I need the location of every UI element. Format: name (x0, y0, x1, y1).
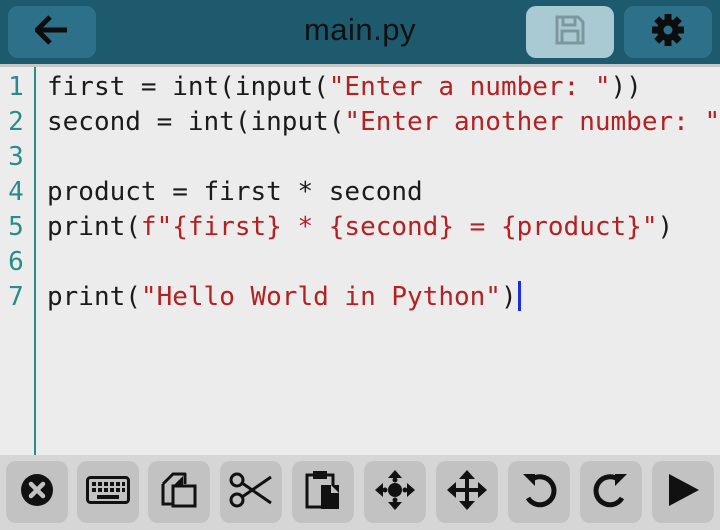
code-editor[interactable]: 1 first = int(input("Enter a number: ")) 2… (0, 67, 720, 455)
code-text: print("Hello World in Python") (47, 280, 521, 315)
string-token: "Hello World in Python" (140, 282, 501, 312)
code-text: product = first * second (47, 175, 423, 210)
gear-icon (651, 13, 685, 52)
undo-icon (519, 470, 559, 515)
code-token: product = first * second (47, 177, 423, 207)
close-circle-icon (19, 472, 55, 513)
floppy-disk-icon (554, 14, 586, 51)
bottom-toolbar (0, 455, 720, 530)
code-token: second = int(input( (47, 107, 345, 137)
code-line[interactable]: 4 product = first * second (0, 175, 720, 210)
string-token: "Enter another number: " (344, 107, 720, 137)
play-icon (665, 472, 701, 513)
line-number: 3 (8, 142, 24, 172)
text-cursor (517, 281, 521, 311)
code-token: print( (47, 282, 141, 312)
code-line[interactable]: 7 print("Hello World in Python") (0, 280, 720, 315)
code-token: print( (47, 212, 141, 242)
run-button[interactable] (652, 461, 714, 523)
move-button[interactable] (436, 461, 498, 523)
code-line[interactable]: 1 first = int(input("Enter a number: ")) (0, 70, 720, 105)
paste-button[interactable] (292, 461, 354, 523)
code-line[interactable]: 2 second = int(input("Enter another numbe… (0, 105, 720, 140)
save-button[interactable] (526, 6, 614, 58)
keyboard-icon (86, 475, 130, 509)
undo-button[interactable] (508, 461, 570, 523)
move-select-button[interactable] (364, 461, 426, 523)
redo-icon (591, 470, 631, 515)
move-dots-icon (374, 469, 416, 516)
line-number: 5 (8, 212, 24, 242)
line-number: 4 (8, 177, 24, 207)
copy-icon (159, 470, 199, 515)
code-token: ) (500, 282, 517, 312)
code-line[interactable]: 3 (0, 140, 720, 175)
code-token: first = int(input( (47, 72, 329, 102)
cut-button[interactable] (220, 461, 282, 523)
code-text: second = int(input("Enter another number… (47, 105, 720, 140)
line-number: 6 (8, 247, 24, 277)
string-token: "Enter a number: " (328, 72, 611, 102)
settings-button[interactable] (624, 6, 712, 58)
line-number: 7 (8, 282, 24, 312)
code-token: ) (657, 212, 674, 242)
paste-icon (303, 469, 343, 516)
app-header: main.py (0, 0, 720, 64)
code-line[interactable]: 6 (0, 245, 720, 280)
code-token: )) (610, 72, 642, 102)
code-line[interactable]: 5 print(f"{first} * {second} = {product}"… (0, 210, 720, 245)
code-text: print(f"{first} * {second} = {product}") (47, 210, 673, 245)
string-token: f"{first} * {second} = {product}" (140, 212, 658, 242)
line-number: 1 (8, 72, 24, 102)
code-text: first = int(input("Enter a number: ")) (47, 70, 642, 105)
redo-button[interactable] (580, 461, 642, 523)
scissors-icon (228, 471, 274, 514)
line-number: 2 (8, 107, 24, 137)
move-arrows-icon (446, 469, 488, 516)
keyboard-button[interactable] (77, 461, 139, 523)
close-button[interactable] (6, 461, 68, 523)
copy-button[interactable] (148, 461, 210, 523)
